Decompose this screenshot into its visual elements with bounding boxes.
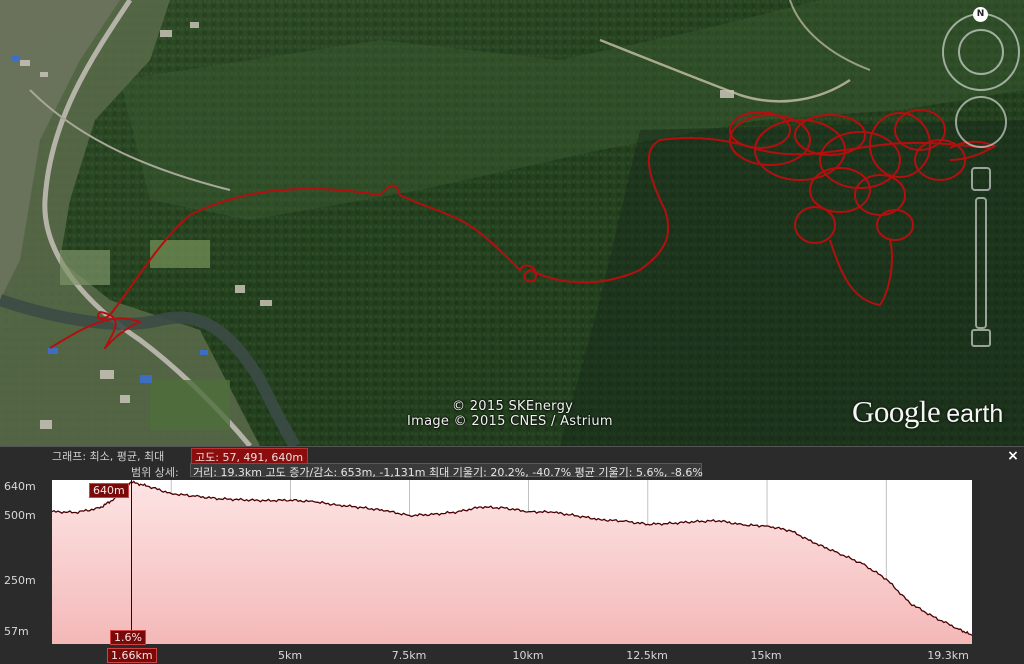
x-tick-label: 7.5km xyxy=(391,649,427,662)
cursor-elevation-tag: 640m xyxy=(89,483,129,498)
x-tick-label: 19.3km xyxy=(927,649,969,662)
logo-word-google: Google xyxy=(852,394,941,429)
imagery-copyright-1: © 2015 SKEnergy xyxy=(452,399,574,414)
position-cursor-line[interactable] xyxy=(131,480,132,644)
cursor-distance-tag: 1.66km xyxy=(107,648,157,663)
y-tick-label: 500m xyxy=(4,509,36,522)
y-tick-label: 57m xyxy=(4,625,29,638)
x-tick-label: 10km xyxy=(512,649,544,662)
move-joystick[interactable] xyxy=(956,97,1006,147)
look-joystick[interactable] xyxy=(943,14,1019,90)
imagery-copyright-2: Image © 2015 CNES / Astrium xyxy=(407,414,613,429)
close-profile-button[interactable]: × xyxy=(1006,449,1020,463)
x-tick-label: 15km xyxy=(750,649,782,662)
zoom-slider[interactable] xyxy=(976,198,986,328)
y-tick-label: 250m xyxy=(4,574,36,587)
satellite-imagery xyxy=(0,0,1024,446)
y-tick-label: 640m xyxy=(4,480,36,493)
satellite-map-view[interactable]: N © 2015 SKEnergy Image © 2015 CNES / As… xyxy=(0,0,1024,446)
elevation-profile-panel: 그래프: 최소, 평균, 최대 고도: 57, 491, 640m 범위 상세:… xyxy=(0,446,1024,664)
street-view-pegman-icon[interactable] xyxy=(972,168,990,190)
x-tick-label: 5km xyxy=(277,649,303,662)
logo-word-earth: earth xyxy=(946,400,1004,428)
x-tick-label: 12.5km xyxy=(626,649,668,662)
google-earth-window: N © 2015 SKEnergy Image © 2015 CNES / As… xyxy=(0,0,1024,664)
elevation-graph[interactable] xyxy=(52,480,972,644)
range-details-label: 범위 상세: xyxy=(131,466,179,479)
graph-stats-label: 그래프: 최소, 평균, 최대 xyxy=(52,450,165,463)
google-earth-logo: Google earth xyxy=(852,394,1003,430)
cursor-slope-tag: 1.6% xyxy=(110,630,146,645)
range-details-value: 거리: 19.3km 고도 증가/감소: 653m, -1,131m 최대 기울… xyxy=(193,466,703,479)
